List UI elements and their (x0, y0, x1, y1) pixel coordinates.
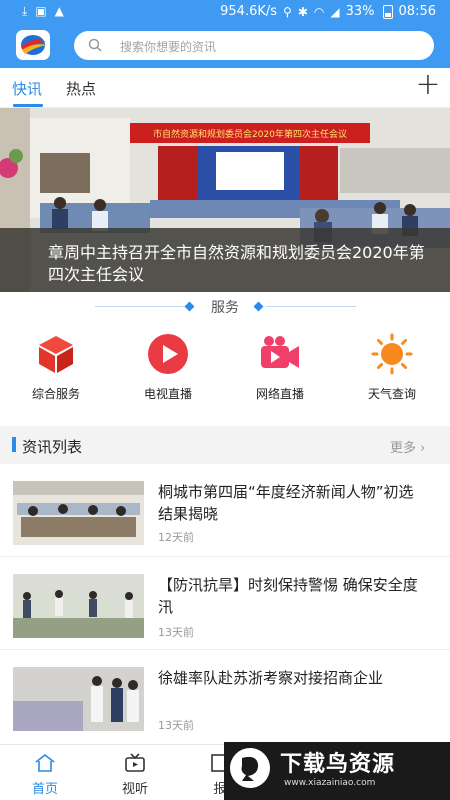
wifi-icon: ◠ (313, 4, 325, 19)
news-time: 13天前 (158, 719, 194, 732)
tab-kuaixun[interactable]: 快讯 (12, 78, 42, 99)
service-label: 网络直播 (255, 387, 304, 401)
divider (266, 306, 356, 307)
service-tv-live[interactable]: 电视直播 (123, 333, 213, 405)
search-input[interactable]: 搜索你想要的资讯 (74, 31, 434, 60)
service-label: 综合服务 (31, 387, 80, 401)
news-list-title: 资讯列表 (22, 438, 83, 456)
nav-label: 首页 (31, 782, 58, 797)
cube-icon (39, 336, 73, 373)
app-header: ⤓ ▣ ▲ 954.6K/s ⚲ ✱ ◠ ◢ 33% 08:56 搜索你想要的资… (0, 0, 450, 68)
bluetooth-icon: ✱ (297, 4, 308, 19)
news-item[interactable]: 徐雄率队赴苏浙考察对接招商企业 13天前 (0, 651, 450, 743)
play-icon (148, 334, 188, 374)
battery-icon (382, 4, 393, 19)
service-weather[interactable]: 天气查询 (347, 333, 437, 405)
watermark-logo (230, 748, 270, 788)
services-title: 服务 (211, 300, 239, 316)
download-icon: ⤓ (22, 4, 28, 18)
chevron-right-icon: › (420, 441, 426, 456)
watermark-url: www.xiazainiao.com (284, 778, 376, 788)
service-comprehensive[interactable]: 综合服务 (11, 333, 101, 405)
battery-level: 33% (345, 4, 375, 19)
tv-icon (125, 753, 145, 772)
service-label: 电视直播 (143, 387, 192, 401)
network-speed: 954.6K/s (220, 4, 278, 19)
news-thumbnail (13, 481, 144, 545)
clock: 08:56 (398, 4, 436, 19)
service-label: 天气查询 (367, 387, 416, 401)
gallery-icon: ▲ (54, 4, 64, 18)
video-camera-icon (261, 336, 299, 368)
add-channel-button[interactable]: + (413, 70, 443, 104)
section-marker (12, 437, 16, 452)
banner-caption[interactable]: 章周中主持召开全市自然资源和规划委员会2020年第四次主任会议 (48, 242, 428, 286)
more-news-link[interactable]: 更多 › (390, 437, 425, 456)
news-thumbnail (13, 667, 144, 731)
search-icon (88, 38, 102, 52)
news-title: 【防汛抗旱】时刻保持警惕 确保安全度汛 (158, 576, 418, 616)
nav-home[interactable]: 首页 (15, 745, 75, 800)
signal-icon: ◢ (330, 4, 340, 19)
services-header: 服务 (0, 296, 450, 318)
banner-sign-text: 市自然资源和规划委员会2020年第四次主任会议 (153, 128, 347, 140)
news-thumbnail (13, 574, 144, 638)
more-label: 更多 (390, 441, 417, 456)
sun-icon (371, 333, 413, 375)
service-web-live[interactable]: 网络直播 (235, 333, 325, 405)
nav-media[interactable]: 视听 (105, 745, 165, 800)
news-title: 徐雄率队赴苏浙考察对接招商企业 (158, 669, 384, 687)
image-icon: ▣ (35, 4, 47, 18)
watermark-title: 下载鸟资源 (280, 752, 396, 777)
tab-redian[interactable]: 热点 (66, 78, 96, 99)
app-logo[interactable] (16, 30, 50, 60)
search-placeholder: 搜索你想要的资讯 (120, 40, 217, 54)
news-title: 桐城市第四届“年度经济新闻人物”初选结果揭晓 (158, 483, 414, 523)
news-time: 13天前 (158, 626, 194, 639)
nav-label: 视听 (121, 782, 148, 797)
location-icon: ⚲ (283, 4, 292, 19)
news-item[interactable]: 桐城市第四届“年度经济新闻人物”初选结果揭晓 12天前 (0, 465, 450, 557)
status-bar: ⤓ ▣ ▲ 954.6K/s ⚲ ✱ ◠ ◢ 33% 08:56 (0, 0, 450, 24)
active-tab-indicator (13, 104, 43, 107)
news-time: 12天前 (158, 531, 194, 544)
home-icon (35, 753, 55, 772)
watermark-overlay: 下载鸟资源 www.xiazainiao.com (224, 742, 450, 800)
news-item[interactable]: 【防汛抗旱】时刻保持警惕 确保安全度汛 13天前 (0, 558, 450, 650)
channel-tabs: 快讯 热点 (0, 68, 450, 108)
